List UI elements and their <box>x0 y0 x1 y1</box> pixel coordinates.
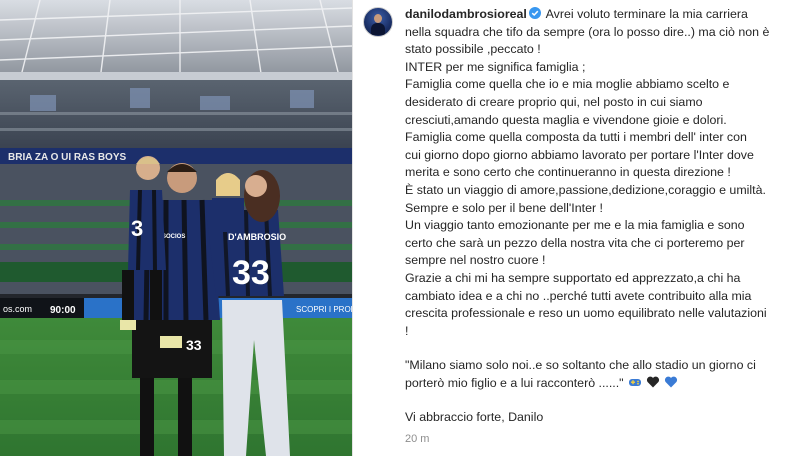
caption-line: È stato un viaggio di amore,passione,ded… <box>405 182 766 197</box>
instagram-post: BRIA ZA O UI RAS BOYS os.com 90:00 SCOPR… <box>0 0 810 456</box>
caption-line: crescita professionale e reso un uomo eq… <box>405 306 767 321</box>
wife-shirt-number: 33 <box>232 254 270 292</box>
scoreboard-time: 90:00 <box>50 305 76 316</box>
ad-board-text: SCOPRI I PROD <box>296 305 352 314</box>
caption-line: Grazie a chi mi ha sempre supportato ed … <box>405 270 741 285</box>
child-shirt-number: 3 <box>131 216 143 241</box>
quote-line: porterò mio figlio e a lui racconterò ..… <box>405 375 775 393</box>
caption-pane: danilodambrosioreal Avrei voluto termina… <box>353 0 810 456</box>
caption-text: danilodambrosioreal Avrei voluto termina… <box>405 6 775 449</box>
caption-line-text: Avrei voluto terminare la mia carriera <box>545 7 748 21</box>
caption-line: sempre nel nostro cuore ! <box>405 253 546 268</box>
daughter-figure <box>212 173 244 232</box>
blue-heart-icon <box>664 376 677 388</box>
player-shorts-number: 33 <box>186 337 202 353</box>
caption-line: INTER per me significa famiglia ; <box>405 59 586 74</box>
post-photo[interactable]: BRIA ZA O UI RAS BOYS os.com 90:00 SCOPR… <box>0 0 352 456</box>
black-heart-icon <box>646 376 659 388</box>
caption-line: certo che sarà un pezzo della nostra vit… <box>405 235 745 250</box>
quote-line-text: porterò mio figlio e a lui racconterò ..… <box>405 375 624 390</box>
username-link[interactable]: danilodambrosioreal <box>405 7 527 21</box>
wife-shirt-name: D'AMBROSIO <box>228 232 286 242</box>
caption-line: Famiglia come quella che io e mia moglie… <box>405 77 730 92</box>
quote-line: "Milano siamo solo noi..e so soltanto ch… <box>405 358 756 373</box>
caption-line: cresciuti,amando questa maglia e vivendo… <box>405 112 727 127</box>
scoreboard-site: os.com <box>3 304 32 314</box>
caption-line: danilodambrosioreal Avrei voluto termina… <box>405 6 775 24</box>
caption-line: merita e sono certo che continueranno in… <box>405 165 731 180</box>
gamepad-icon <box>628 378 641 386</box>
avatar[interactable] <box>363 7 393 37</box>
caption-line: Sempre e solo per il bene dell'Inter ! <box>405 200 603 215</box>
shirt-sponsor: SOCIOS <box>162 234 185 240</box>
caption-block: danilodambrosioreal Avrei voluto termina… <box>363 6 800 449</box>
caption-line: Famiglia come quella composta da tutti i… <box>405 130 747 145</box>
verified-badge-icon <box>528 7 541 19</box>
caption-line: stato possibile ,peccato ! <box>405 42 541 57</box>
post-timestamp[interactable]: 20 m <box>405 431 775 449</box>
caption-line: nella squadra che tifo da sempre (ora lo… <box>405 24 770 39</box>
caption-line: Un viaggio tanto emozionante per me e la… <box>405 218 745 233</box>
caption-line: desiderato di creare proprio qui, nel po… <box>405 94 703 109</box>
ultras-banner-text: BRIA ZA O UI RAS BOYS <box>8 152 126 163</box>
caption-line: cui giorno dopo giorno abbiamo lavorato … <box>405 147 754 162</box>
caption-line: cambiato idea e a chi no ..perché tutti … <box>405 288 752 303</box>
caption-line: ! <box>405 323 409 338</box>
signoff-text: Vi abbraccio forte, Danilo <box>405 410 544 425</box>
stadium-family-photo: BRIA ZA O UI RAS BOYS os.com 90:00 SCOPR… <box>0 0 352 456</box>
